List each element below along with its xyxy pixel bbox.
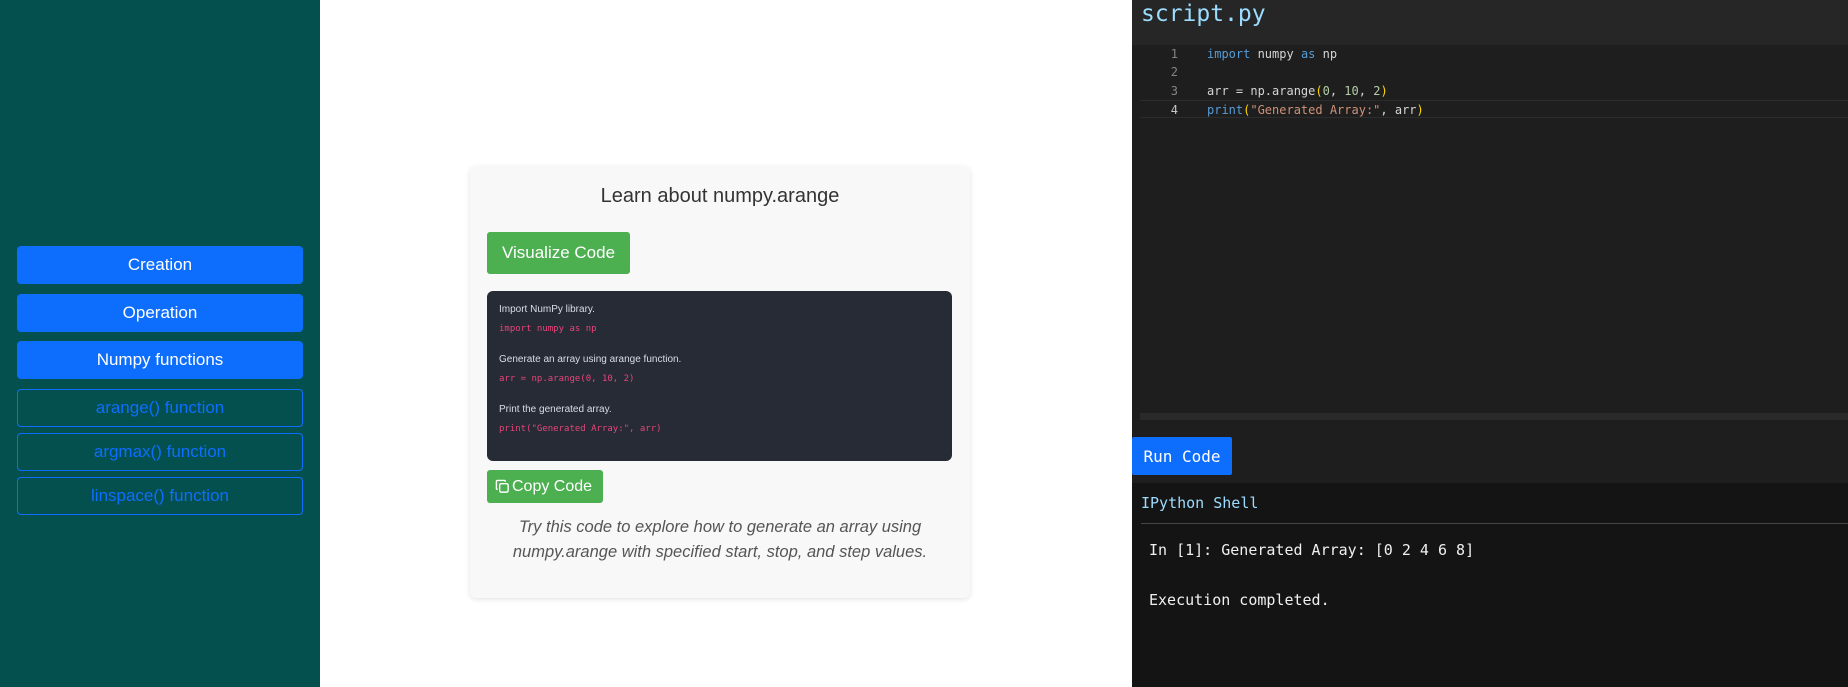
code-explanation-box: Import NumPy library. import numpy as np… (487, 291, 952, 461)
lesson-card: Learn about numpy.arange Visualize Code … (470, 167, 970, 598)
shell-divider (1141, 523, 1848, 524)
sidebar-item-operation[interactable]: Operation (17, 294, 303, 332)
step-comment: Import NumPy library. (499, 304, 595, 315)
shell-status: Execution completed. (1149, 591, 1330, 609)
line-number: 4 (1170, 103, 1178, 117)
editor-line: 2 (1140, 63, 1848, 81)
line-number: 1 (1170, 47, 1178, 61)
line-number: 3 (1170, 84, 1178, 98)
main-content: Learn about numpy.arange Visualize Code … (320, 0, 1132, 687)
code-editor[interactable]: 1 import numpy as np 2 3 arr = np.arange… (1140, 45, 1848, 420)
card-description: Try this code to explore how to generate… (512, 518, 928, 561)
editor-line: 3 arr = np.arange(0, 10, 2) (1140, 82, 1848, 100)
sidebar-item-arange[interactable]: arange() function (17, 389, 303, 427)
copy-code-label: Copy Code (512, 477, 593, 495)
file-name: script.py (1141, 1, 1266, 27)
line-code: arr = np.arange(0, 10, 2) (1207, 84, 1388, 98)
ipython-shell: IPython Shell In [1]: Generated Array: [… (1132, 483, 1848, 687)
code-panel: script.py 1 import numpy as np 2 3 arr =… (1132, 0, 1848, 687)
line-code: import numpy as np (1207, 47, 1338, 61)
step-comment: Generate an array using arange function. (499, 354, 682, 365)
editor-line: 1 import numpy as np (1140, 45, 1848, 63)
file-header: script.py (1132, 0, 1848, 45)
run-code-button[interactable]: Run Code (1132, 437, 1232, 475)
card-title: Learn about numpy.arange (600, 185, 840, 207)
shell-output: In [1]: Generated Array: [0 2 4 6 8] (1149, 541, 1475, 559)
sidebar-item-numpy-functions[interactable]: Numpy functions (17, 341, 303, 379)
sidebar-item-argmax[interactable]: argmax() function (17, 433, 303, 471)
editor-line-active: 4 print("Generated Array:", arr) (1140, 100, 1848, 118)
step-code: print("Generated Array:", arr) (499, 424, 662, 434)
step-code: arr = np.arange(0, 10, 2) (499, 374, 635, 384)
sidebar-item-creation[interactable]: Creation (17, 246, 303, 284)
step-comment: Print the generated array. (499, 404, 612, 415)
shell-title: IPython Shell (1141, 494, 1259, 512)
sidebar: Creation Operation Numpy functions arang… (0, 0, 320, 687)
line-code: print("Generated Array:", arr) (1207, 103, 1424, 117)
step-code: import numpy as np (499, 324, 597, 334)
copy-code-button[interactable]: Copy Code (487, 470, 603, 503)
sidebar-item-linspace[interactable]: linspace() function (17, 477, 303, 515)
visualize-code-button[interactable]: Visualize Code (487, 232, 630, 274)
copy-icon (495, 479, 510, 494)
line-number: 2 (1170, 65, 1178, 79)
